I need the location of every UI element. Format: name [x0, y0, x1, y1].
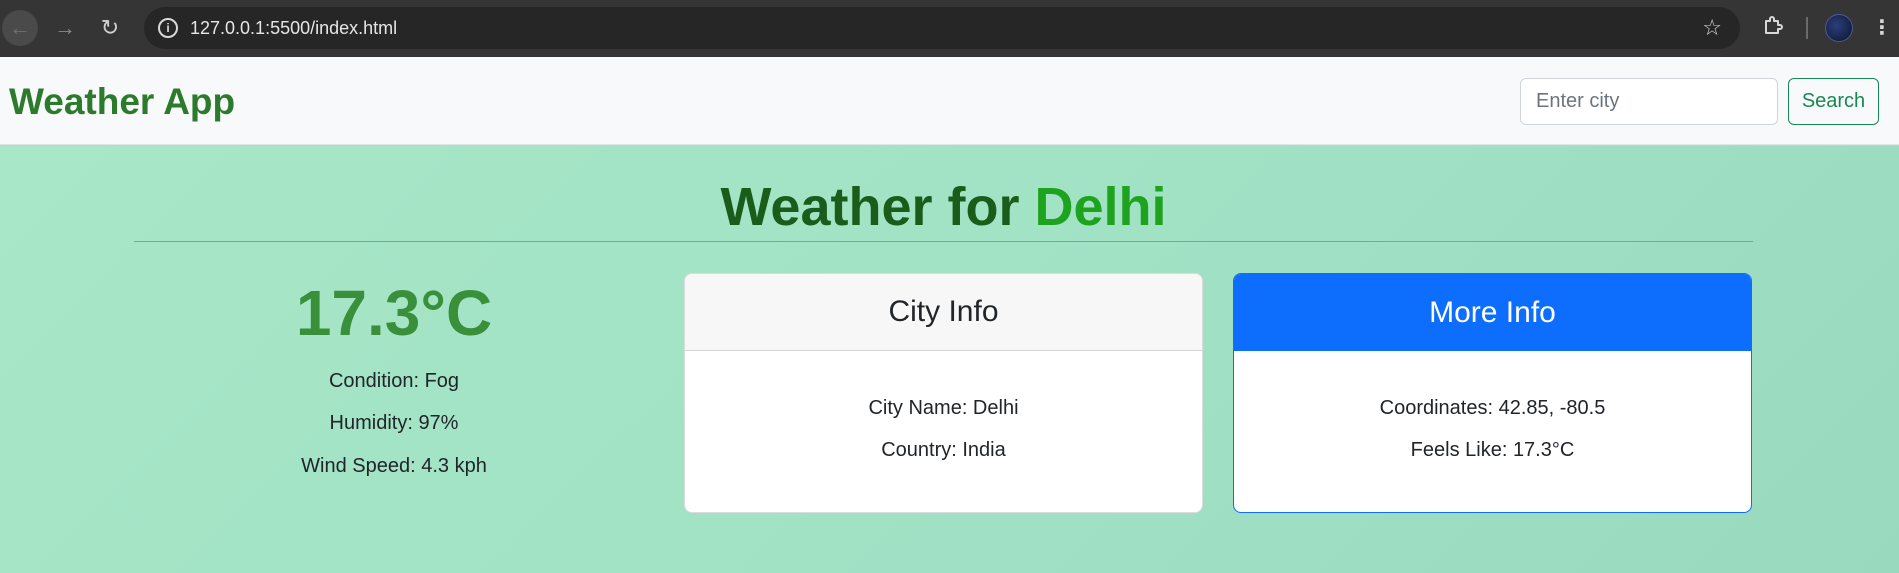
- city-name-text: City Name: Delhi: [868, 397, 1019, 419]
- profile-avatar[interactable]: [1825, 14, 1853, 42]
- back-button[interactable]: ←: [2, 10, 38, 46]
- heading-prefix: Weather for: [720, 177, 1020, 237]
- arrow-left-icon: ←: [9, 15, 31, 40]
- temperature-value: 17.3°C: [295, 277, 493, 349]
- info-icon[interactable]: i: [158, 18, 178, 38]
- main-content: Weather for Delhi 17.3°C Condition: Fog …: [0, 146, 1899, 573]
- browser-toolbar: ← → ↻ i 127.0.0.1:5500/index.html ☆ ⋮: [0, 0, 1899, 57]
- city-info-title: City Info: [685, 274, 1202, 351]
- feels-like-text: Feels Like: 17.3°C: [1410, 439, 1575, 461]
- heading-city: Delhi: [1034, 177, 1167, 237]
- star-icon[interactable]: ☆: [1702, 15, 1722, 41]
- arrow-right-icon: →: [54, 15, 76, 40]
- heading-divider: [134, 241, 1753, 242]
- address-bar[interactable]: i 127.0.0.1:5500/index.html ☆: [144, 7, 1740, 49]
- condition-text: Condition: Fog: [328, 370, 460, 392]
- puzzle-icon[interactable]: [1762, 13, 1786, 37]
- search-button[interactable]: Search: [1788, 78, 1879, 125]
- reload-button[interactable]: ↻: [92, 10, 128, 46]
- city-info-card: City Info City Name: Delhi Country: Indi…: [684, 273, 1203, 513]
- city-search-input[interactable]: [1520, 78, 1778, 125]
- humidity-text: Humidity: 97%: [329, 412, 459, 434]
- more-info-title: More Info: [1234, 274, 1751, 351]
- url-text[interactable]: 127.0.0.1:5500/index.html: [190, 18, 397, 39]
- wind-speed-text: Wind Speed: 4.3 kph: [301, 455, 487, 477]
- kebab-menu-icon[interactable]: ⋮: [1872, 14, 1892, 42]
- country-text: Country: India: [881, 439, 1006, 461]
- coordinates-text: Coordinates: 42.85, -80.5: [1379, 397, 1606, 419]
- toolbar-divider: [1806, 17, 1808, 39]
- more-info-card: More Info Coordinates: 42.85, -80.5 Feel…: [1233, 273, 1752, 513]
- reload-icon: ↻: [100, 15, 120, 40]
- app-navbar: Weather App Search: [0, 57, 1899, 145]
- brand-title[interactable]: Weather App: [9, 81, 235, 123]
- forward-button[interactable]: →: [47, 10, 83, 46]
- page-title: Weather for Delhi: [134, 176, 1753, 238]
